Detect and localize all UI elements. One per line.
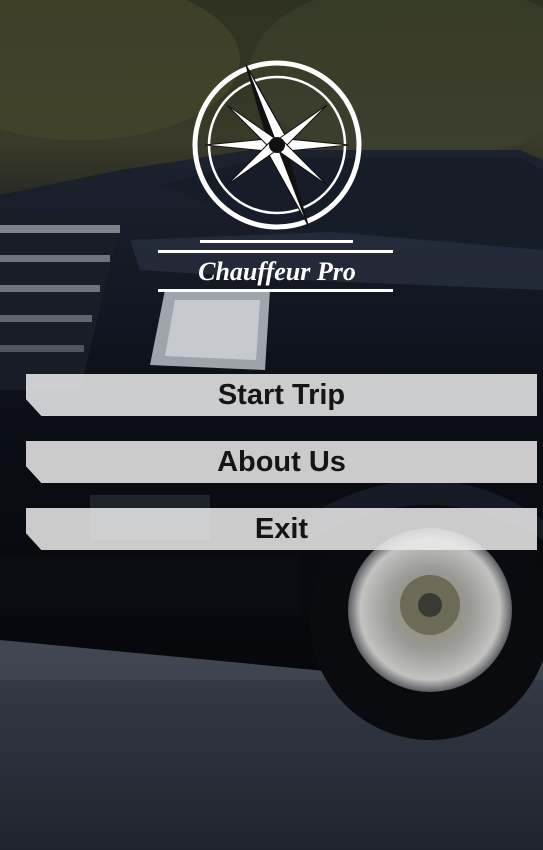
about-us-button[interactable]: About Us xyxy=(26,441,537,483)
exit-label: Exit xyxy=(254,512,309,545)
start-trip-button[interactable]: Start Trip xyxy=(26,374,537,416)
chauffeur-pro-logo: Chauffeur Pro xyxy=(158,60,393,292)
about-us-label: About Us xyxy=(217,445,346,478)
brand-name: Chauffeur Pro xyxy=(198,257,356,286)
compass-rose-icon xyxy=(192,60,362,230)
start-trip-label: Start Trip xyxy=(217,378,346,411)
exit-button[interactable]: Exit xyxy=(26,508,537,550)
